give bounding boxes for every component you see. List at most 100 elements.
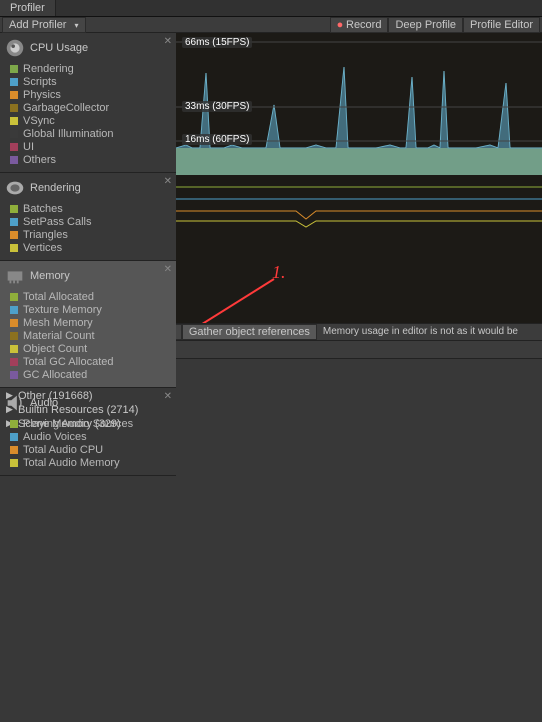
- legend-item[interactable]: Physics: [10, 89, 170, 101]
- section-memory[interactable]: ✕ Memory Total AllocatedTexture MemoryMe…: [0, 261, 176, 388]
- legend-swatch: [10, 231, 18, 239]
- deep-profile-label: Deep Profile: [395, 19, 456, 31]
- gather-label: Gather object references: [189, 326, 310, 338]
- legend-item[interactable]: Texture Memory: [10, 304, 170, 316]
- section-title: CPU Usage: [30, 42, 88, 54]
- profile-editor-button[interactable]: Profile Editor: [463, 17, 540, 33]
- legend-swatch: [10, 446, 18, 454]
- add-profiler-label: Add Profiler: [9, 19, 66, 31]
- section-title: Audio: [30, 397, 58, 409]
- legend-swatch: [10, 104, 18, 112]
- legend-label: Triangles: [23, 229, 68, 241]
- legend-swatch: [10, 358, 18, 366]
- record-label: Record: [346, 19, 381, 31]
- profiler-sidebar: ✕ CPU Usage RenderingScriptsPhysicsGarba…: [0, 33, 176, 323]
- section-cpu[interactable]: ✕ CPU Usage RenderingScriptsPhysicsGarba…: [0, 33, 176, 173]
- legend-item[interactable]: UI: [10, 141, 170, 153]
- legend-label: VSync: [23, 115, 55, 127]
- legend-item[interactable]: Audio Voices: [10, 431, 170, 443]
- tab-bar: Profiler: [0, 0, 542, 17]
- legend-item[interactable]: Triangles: [10, 229, 170, 241]
- tab-profiler[interactable]: Profiler: [0, 0, 56, 16]
- legend-swatch: [10, 78, 18, 86]
- tab-label: Profiler: [10, 2, 45, 14]
- section-title: Memory: [30, 270, 70, 282]
- legend-label: Texture Memory: [23, 304, 102, 316]
- section-rendering[interactable]: ✕ Rendering BatchesSetPass CallsTriangle…: [0, 173, 176, 261]
- legend-label: Physics: [23, 89, 61, 101]
- legend-label: Playing Audio Sources: [23, 418, 133, 430]
- legend-swatch: [10, 293, 18, 301]
- legend-swatch: [10, 332, 18, 340]
- section-title: Rendering: [30, 182, 81, 194]
- legend-swatch: [10, 117, 18, 125]
- legend-item[interactable]: Object Count: [10, 343, 170, 355]
- memory-chart: [176, 305, 542, 323]
- legend-swatch: [10, 319, 18, 327]
- legend-label: Mesh Memory: [23, 317, 93, 329]
- legend-item[interactable]: Mesh Memory: [10, 317, 170, 329]
- cpu-icon: [4, 37, 26, 59]
- legend-item[interactable]: Batches: [10, 203, 170, 215]
- legend-label: Object Count: [23, 343, 87, 355]
- chart-area[interactable]: 66ms (15FPS) 33ms (30FPS) 16ms (60FPS): [176, 33, 542, 323]
- legend-swatch: [10, 143, 18, 151]
- legend-item[interactable]: Playing Audio Sources: [10, 418, 170, 430]
- legend-swatch: [10, 156, 18, 164]
- legend-swatch: [10, 130, 18, 138]
- legend-swatch: [10, 65, 18, 73]
- legend-item[interactable]: Total Allocated: [10, 291, 170, 303]
- legend-item[interactable]: Material Count: [10, 330, 170, 342]
- rendering-icon: [4, 177, 26, 199]
- legend-label: Audio Voices: [23, 431, 87, 443]
- legend-item[interactable]: SetPass Calls: [10, 216, 170, 228]
- legend-label: Scripts: [23, 76, 57, 88]
- legend-swatch: [10, 218, 18, 226]
- legend-item[interactable]: VSync: [10, 115, 170, 127]
- rendering-chart: [176, 175, 542, 305]
- add-profiler-button[interactable]: Add Profiler: [2, 17, 86, 33]
- footer-message: Memory usage in editor is not as it woul…: [317, 325, 524, 338]
- legend-item[interactable]: Others: [10, 154, 170, 166]
- legend-label: Material Count: [23, 330, 95, 342]
- legend-label: Total GC Allocated: [23, 356, 114, 368]
- legend-swatch: [10, 205, 18, 213]
- legend-item[interactable]: Rendering: [10, 63, 170, 75]
- legend-item[interactable]: GarbageCollector: [10, 102, 170, 114]
- legend-label: Vertices: [23, 242, 62, 254]
- legend-swatch: [10, 244, 18, 252]
- toolbar: Add Profiler ● Record Deep Profile Profi…: [0, 17, 542, 33]
- profile-editor-label: Profile Editor: [470, 19, 533, 31]
- legend-item[interactable]: Total GC Allocated: [10, 356, 170, 368]
- legend-label: Total Audio Memory: [23, 457, 120, 469]
- legend-label: Others: [23, 154, 56, 166]
- legend-swatch: [10, 371, 18, 379]
- record-button[interactable]: ● Record: [330, 17, 389, 33]
- deep-profile-button[interactable]: Deep Profile: [388, 17, 463, 33]
- legend-item[interactable]: GC Allocated: [10, 369, 170, 381]
- legend-label: SetPass Calls: [23, 216, 91, 228]
- record-icon: ●: [337, 19, 344, 31]
- legend-swatch: [10, 433, 18, 441]
- legend-label: Total Audio CPU: [23, 444, 103, 456]
- legend-item[interactable]: Vertices: [10, 242, 170, 254]
- legend-item[interactable]: Total Audio Memory: [10, 457, 170, 469]
- legend-item[interactable]: Global Illumination: [10, 128, 170, 140]
- cpu-chart: 66ms (15FPS) 33ms (30FPS) 16ms (60FPS): [176, 33, 542, 175]
- fps-marker-33: 33ms (30FPS): [182, 101, 252, 112]
- legend-label: Batches: [23, 203, 63, 215]
- legend-label: Rendering: [23, 63, 74, 75]
- memory-icon: [4, 265, 26, 287]
- fps-marker-66: 66ms (15FPS): [182, 37, 252, 48]
- legend-item[interactable]: Scripts: [10, 76, 170, 88]
- legend-item[interactable]: Total Audio CPU: [10, 444, 170, 456]
- gather-refs-toggle[interactable]: Gather object references: [182, 324, 317, 340]
- legend-label: GarbageCollector: [23, 102, 109, 114]
- legend-label: Global Illumination: [23, 128, 114, 140]
- legend-swatch: [10, 306, 18, 314]
- section-audio[interactable]: ✕ Audio Playing Audio SourcesAudio Voice…: [0, 388, 176, 476]
- fps-marker-16: 16ms (60FPS): [182, 134, 252, 145]
- legend-label: GC Allocated: [23, 369, 87, 381]
- legend-swatch: [10, 459, 18, 467]
- legend-swatch: [10, 91, 18, 99]
